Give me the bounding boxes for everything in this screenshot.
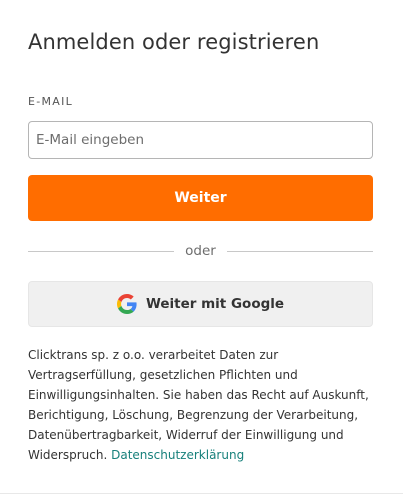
privacy-policy-link[interactable]: Datenschutzerklärung [111, 448, 244, 462]
email-label: E-MAIL [28, 95, 74, 108]
auth-card: Anmelden oder registrieren E-MAIL Weiter… [0, 0, 403, 494]
google-button-label: Weiter mit Google [145, 296, 285, 312]
google-signin-button[interactable]: Weiter mit Google [28, 281, 373, 327]
divider-line-right [227, 251, 373, 252]
continue-button[interactable]: Weiter [28, 175, 373, 221]
or-divider: oder [28, 242, 373, 262]
google-g-icon [116, 294, 137, 314]
page-title: Anmelden oder registrieren [28, 30, 320, 54]
privacy-notice-text: Clicktrans sp. z o.o. verarbeitet Daten … [28, 348, 369, 462]
privacy-notice: Clicktrans sp. z o.o. verarbeitet Daten … [28, 345, 383, 465]
email-field[interactable] [28, 121, 373, 159]
